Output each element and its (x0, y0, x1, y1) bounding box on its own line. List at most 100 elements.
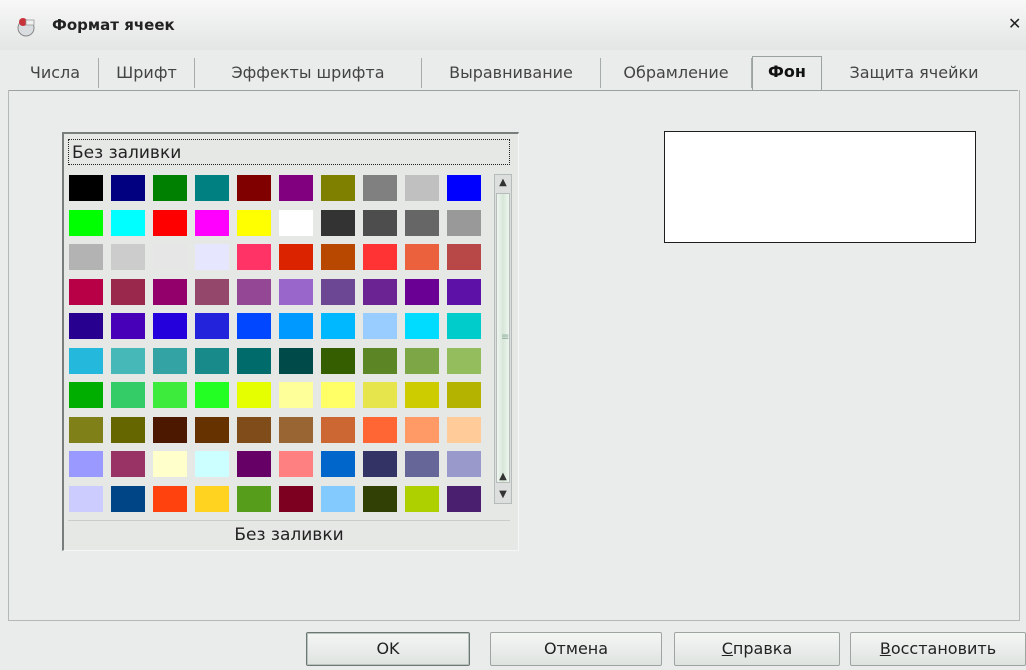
color-swatch[interactable] (362, 312, 398, 340)
color-swatch[interactable] (278, 208, 314, 237)
color-swatch[interactable] (68, 415, 104, 444)
ok-button[interactable]: OK (306, 632, 470, 666)
color-swatch[interactable] (152, 243, 188, 271)
color-swatch[interactable] (362, 277, 398, 306)
color-swatch[interactable] (320, 346, 356, 375)
color-swatch[interactable] (446, 174, 482, 202)
color-swatch[interactable] (152, 208, 188, 237)
color-swatch[interactable] (362, 208, 398, 237)
color-swatch[interactable] (320, 243, 356, 271)
color-swatch[interactable] (446, 208, 482, 237)
color-swatch[interactable] (236, 450, 272, 478)
color-swatch[interactable] (68, 277, 104, 306)
color-swatch[interactable] (152, 277, 188, 306)
color-swatch[interactable] (320, 450, 356, 478)
color-swatch[interactable] (320, 208, 356, 237)
color-swatch[interactable] (68, 381, 104, 409)
color-swatch[interactable] (446, 346, 482, 375)
color-swatch[interactable] (110, 277, 146, 306)
color-swatch[interactable] (446, 450, 482, 478)
color-swatch[interactable] (362, 346, 398, 375)
color-swatch[interactable] (236, 174, 272, 202)
color-swatch[interactable] (68, 346, 104, 375)
tab-font-effects[interactable]: Эффекты шрифта (195, 58, 422, 88)
color-swatch[interactable] (278, 277, 314, 306)
color-swatch[interactable] (446, 484, 482, 513)
color-swatch[interactable] (320, 277, 356, 306)
color-swatch[interactable] (194, 174, 230, 202)
color-swatch[interactable] (278, 346, 314, 375)
color-swatch[interactable] (194, 381, 230, 409)
color-swatch[interactable] (152, 174, 188, 202)
color-swatch[interactable] (362, 415, 398, 444)
color-swatch[interactable] (236, 243, 272, 271)
color-swatch[interactable] (404, 415, 440, 444)
color-swatch[interactable] (152, 312, 188, 340)
color-swatch[interactable] (278, 312, 314, 340)
color-swatch[interactable] (152, 415, 188, 444)
color-swatch[interactable] (404, 450, 440, 478)
color-swatch[interactable] (446, 415, 482, 444)
color-swatch[interactable] (320, 312, 356, 340)
color-swatch[interactable] (278, 450, 314, 478)
tab-background[interactable]: Фон (752, 56, 822, 90)
color-swatch[interactable] (194, 208, 230, 237)
color-swatch[interactable] (152, 381, 188, 409)
tab-font[interactable]: Шрифт (99, 58, 195, 88)
color-swatch[interactable] (278, 381, 314, 409)
color-swatch[interactable] (278, 243, 314, 271)
color-swatch[interactable] (362, 450, 398, 478)
color-swatch[interactable] (362, 174, 398, 202)
color-swatch[interactable] (194, 484, 230, 513)
color-swatch[interactable] (194, 346, 230, 375)
color-swatch[interactable] (404, 174, 440, 202)
no-fill-option[interactable]: Без заливки (68, 139, 510, 165)
color-swatch[interactable] (404, 484, 440, 513)
color-swatch[interactable] (236, 484, 272, 513)
scroll-up-icon[interactable]: ▲ (495, 175, 511, 191)
color-swatch[interactable] (110, 381, 146, 409)
color-swatch[interactable] (194, 415, 230, 444)
scroll-up-icon[interactable]: ▲ (495, 469, 511, 485)
close-icon[interactable]: ✕ (1008, 14, 1021, 33)
color-swatch[interactable] (236, 277, 272, 306)
color-swatch[interactable] (320, 381, 356, 409)
color-swatch[interactable] (278, 484, 314, 513)
color-swatch[interactable] (320, 484, 356, 513)
color-swatch[interactable] (194, 312, 230, 340)
color-swatch[interactable] (278, 415, 314, 444)
reset-button[interactable]: Восстановить (850, 632, 1026, 666)
color-swatch[interactable] (152, 346, 188, 375)
color-swatch[interactable] (194, 243, 230, 271)
color-swatch[interactable] (446, 243, 482, 271)
color-swatch[interactable] (362, 243, 398, 271)
scroll-down-icon[interactable]: ▼ (495, 487, 511, 503)
color-swatch[interactable] (362, 484, 398, 513)
color-swatch[interactable] (194, 277, 230, 306)
color-swatch[interactable] (194, 450, 230, 478)
color-swatch[interactable] (320, 415, 356, 444)
color-swatch[interactable] (404, 243, 440, 271)
color-swatch[interactable] (110, 243, 146, 271)
color-swatch[interactable] (68, 243, 104, 271)
color-swatch[interactable] (404, 381, 440, 409)
color-swatch[interactable] (110, 312, 146, 340)
tab-borders[interactable]: Обрамление (601, 58, 752, 88)
cancel-button[interactable]: Отмена (490, 632, 662, 666)
color-swatch[interactable] (68, 174, 104, 202)
scroll-thumb[interactable]: ≡ (496, 193, 510, 483)
color-swatch[interactable] (446, 381, 482, 409)
color-swatch[interactable] (236, 312, 272, 340)
color-swatch[interactable] (236, 208, 272, 237)
color-swatch[interactable] (446, 277, 482, 306)
color-swatch[interactable] (110, 415, 146, 444)
color-swatch[interactable] (152, 450, 188, 478)
color-swatch[interactable] (236, 346, 272, 375)
color-swatch[interactable] (68, 484, 104, 513)
palette-scrollbar[interactable]: ▲ ≡ ▲ ▼ (494, 174, 512, 504)
color-swatch[interactable] (152, 484, 188, 513)
tab-alignment[interactable]: Выравнивание (422, 58, 601, 88)
color-swatch[interactable] (404, 346, 440, 375)
color-swatch[interactable] (68, 450, 104, 478)
help-button[interactable]: Справка (674, 632, 840, 666)
